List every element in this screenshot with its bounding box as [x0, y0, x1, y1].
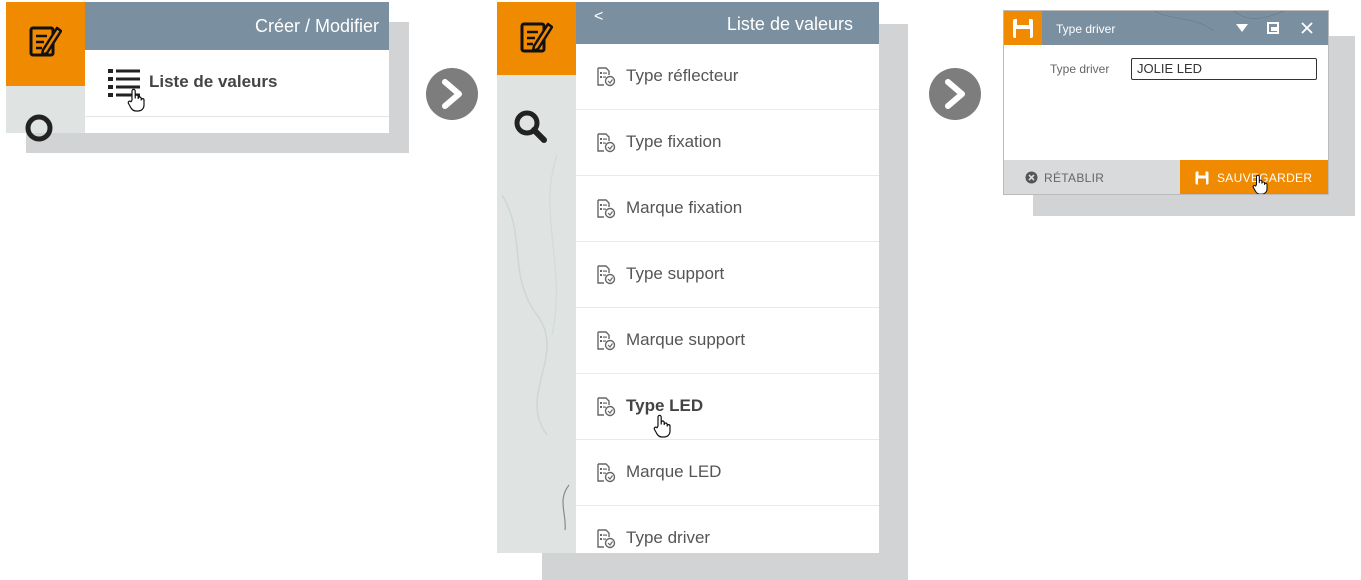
panel1-header: Créer / Modifier — [85, 2, 389, 50]
menu-item-value-lists[interactable]: Liste de valeurs — [85, 50, 389, 116]
list-item[interactable]: Marque support — [576, 308, 879, 374]
value-list-item-icon — [597, 463, 616, 483]
step-arrow-2 — [929, 68, 981, 120]
value-list-item-icon — [597, 529, 616, 549]
window-save-badge — [1004, 11, 1042, 45]
value-list-item-icon — [597, 331, 616, 351]
list-item[interactable]: Type driver — [576, 506, 879, 553]
value-list-item-icon — [597, 199, 616, 219]
window-title: Type driver — [1056, 22, 1116, 36]
type-driver-input[interactable]: JOLIE LED — [1131, 58, 1317, 80]
save-icon — [1195, 171, 1209, 185]
edit-mode-button[interactable] — [6, 2, 85, 86]
list-item[interactable]: Type support — [576, 242, 879, 308]
value-list: Type réflecteur Type fixation Marque fix… — [576, 44, 879, 553]
hand-cursor-icon — [1252, 174, 1268, 194]
panel1-create-modify: Créer / Modifier Liste de valeurs — [6, 2, 389, 142]
menu-item-label: Liste de valeurs — [149, 72, 278, 91]
list-item[interactable]: Marque LED — [576, 440, 879, 506]
hand-cursor-icon — [127, 88, 145, 112]
list-item[interactable]: Marque fixation — [576, 176, 879, 242]
list-item-label: Type fixation — [626, 132, 722, 151]
restore-window-icon[interactable] — [1267, 22, 1279, 34]
value-list-item-icon — [597, 397, 616, 417]
list-item-label: Marque support — [626, 330, 746, 349]
panel2-header: < Liste de valeurs — [576, 2, 879, 44]
next-menu-item-partial[interactable] — [85, 117, 389, 133]
search-icon[interactable] — [24, 112, 58, 142]
map-contour-lines — [1153, 11, 1285, 32]
reset-button-label: RÉTABLIR — [1044, 171, 1105, 185]
list-item[interactable]: Type réflecteur — [576, 44, 879, 110]
caret-down-icon[interactable] — [1236, 24, 1248, 32]
value-list-item-icon — [597, 67, 616, 87]
edit-form-icon — [29, 26, 62, 57]
save-icon — [1013, 19, 1033, 38]
type-driver-form-window: Type driver Type driver JOLIE LED RÉTABL… — [1003, 10, 1329, 195]
list-item-label: Marque fixation — [626, 198, 743, 217]
list-item-label: Type réflecteur — [626, 66, 739, 85]
edit-mode-button[interactable] — [497, 2, 576, 75]
hand-cursor-icon — [653, 414, 671, 438]
map-contour-lines — [501, 154, 570, 531]
window-titlebar[interactable]: Type driver — [1004, 11, 1328, 45]
save-button[interactable]: SAUVEGARDER — [1180, 160, 1328, 194]
reset-icon — [1025, 171, 1038, 184]
value-list-item-icon — [597, 133, 616, 153]
panel1-title: Créer / Modifier — [254, 16, 379, 36]
list-item-label: Type driver — [626, 528, 711, 547]
type-driver-label: Type driver — [1050, 62, 1110, 76]
list-item[interactable]: Type fixation — [576, 110, 879, 176]
list-item-type-led[interactable]: Type LED — [576, 374, 879, 440]
panel2-title: Liste de valeurs — [726, 14, 853, 34]
list-item-label: Type LED — [626, 396, 704, 415]
close-icon[interactable] — [1301, 22, 1313, 34]
list-item-label: Type support — [626, 264, 725, 283]
chevron-right-icon — [442, 79, 462, 109]
edit-form-icon — [520, 22, 553, 53]
step-arrow-1 — [426, 68, 478, 120]
value-list-item-icon — [597, 265, 616, 285]
map-background — [497, 75, 576, 553]
reset-button[interactable]: RÉTABLIR — [1004, 160, 1180, 194]
chevron-right-icon — [945, 79, 965, 109]
back-button[interactable]: < — [594, 8, 603, 26]
map-background — [6, 86, 85, 142]
list-item-label: Marque LED — [626, 462, 722, 481]
panel2-value-lists: < Liste de valeurs Type réflecteur Type … — [497, 2, 879, 553]
